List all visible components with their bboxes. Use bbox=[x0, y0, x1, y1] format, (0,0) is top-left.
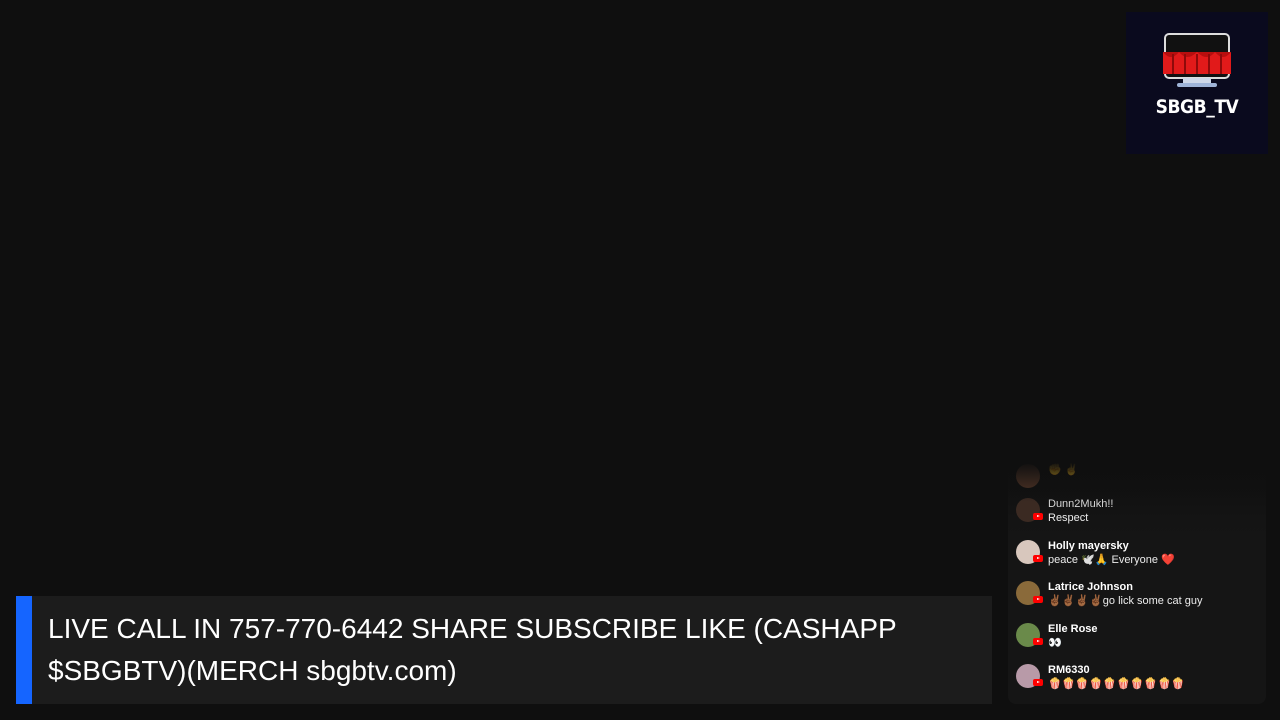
chat-author: Latrice Johnson bbox=[1048, 581, 1133, 593]
chat-author: Dunn2Mukh!! bbox=[1048, 498, 1114, 510]
chat-message: RM6330 🍿🍿🍿🍿🍿🍿🍿🍿🍿🍿 bbox=[1016, 664, 1185, 691]
youtube-badge-icon bbox=[1033, 679, 1043, 686]
chat-text: ✌🏾✌🏾✌🏾✌🏾go lick some cat guy bbox=[1048, 595, 1203, 607]
live-chat[interactable]: ✊ ✌ Dunn2Mukh!! Respect Holly mayersky p… bbox=[1008, 462, 1266, 704]
avatar bbox=[1016, 464, 1040, 488]
chat-author: Elle Rose bbox=[1048, 623, 1098, 635]
avatar bbox=[1016, 540, 1043, 564]
avatar bbox=[1016, 498, 1043, 522]
banner-accent-bar bbox=[16, 596, 32, 704]
chat-author: Holly mayersky bbox=[1048, 540, 1129, 552]
logo-text: SBGB_TV bbox=[1155, 96, 1239, 118]
chat-text: peace 🕊️🙏 Everyone ❤️ bbox=[1048, 554, 1175, 566]
chat-message: ✊ ✌ bbox=[1016, 464, 1078, 488]
lower-third-banner: LIVE CALL IN 757-770-6442 SHARE SUBSCRIB… bbox=[16, 596, 992, 704]
chat-text: Respect bbox=[1048, 512, 1089, 524]
youtube-badge-icon bbox=[1033, 638, 1043, 645]
chat-message: Elle Rose 👀 bbox=[1016, 623, 1098, 650]
tv-icon bbox=[1163, 33, 1231, 87]
chat-author: RM6330 bbox=[1048, 664, 1090, 676]
banner-text: LIVE CALL IN 757-770-6442 SHARE SUBSCRIB… bbox=[48, 613, 897, 686]
avatar bbox=[1016, 581, 1043, 605]
channel-logo: SBGB_TV bbox=[1126, 12, 1268, 154]
chat-text: 👀 bbox=[1048, 637, 1062, 649]
youtube-badge-icon bbox=[1033, 596, 1043, 603]
avatar bbox=[1016, 664, 1043, 688]
chat-message: Holly mayersky peace 🕊️🙏 Everyone ❤️ bbox=[1016, 540, 1175, 567]
chat-message: Latrice Johnson ✌🏾✌🏾✌🏾✌🏾go lick some cat… bbox=[1016, 581, 1202, 608]
avatar bbox=[1016, 623, 1043, 647]
youtube-badge-icon bbox=[1033, 513, 1043, 520]
chat-text: ✊ ✌ bbox=[1048, 464, 1079, 476]
chat-text: 🍿🍿🍿🍿🍿🍿🍿🍿🍿🍿 bbox=[1048, 678, 1185, 690]
chat-message: Dunn2Mukh!! Respect bbox=[1016, 498, 1113, 525]
youtube-badge-icon bbox=[1033, 555, 1043, 562]
